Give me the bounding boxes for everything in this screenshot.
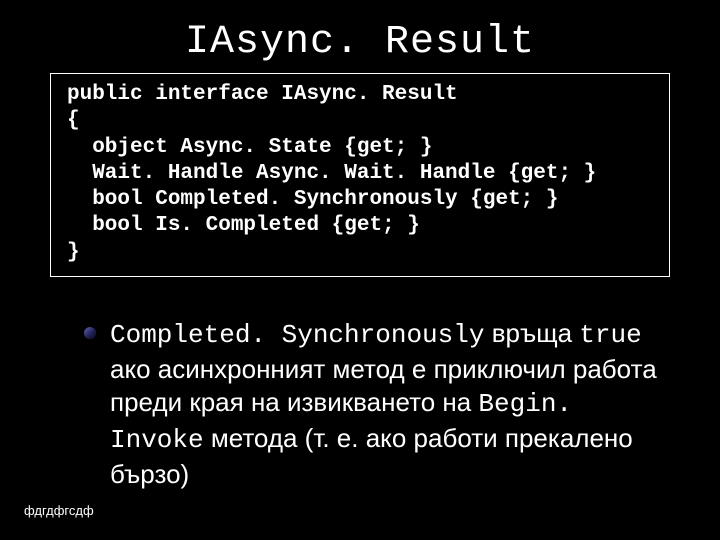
- code-line: bool Completed. Synchronously {get; }: [67, 188, 558, 211]
- bullet-mono: true: [579, 320, 641, 350]
- footer-text: фдгдфгсдф: [24, 503, 94, 518]
- code-line: public interface IAsync. Result: [67, 83, 458, 106]
- bullet-text: Completed. Synchronously връща true ако …: [110, 317, 670, 492]
- bullet-seg: връща: [484, 318, 579, 348]
- bullet-dot-icon: [84, 327, 96, 339]
- code-block: public interface IAsync. Result { object…: [67, 82, 653, 266]
- slide-title: IAsync. Result: [50, 20, 670, 65]
- code-line: {: [67, 109, 80, 132]
- bullet-mono: Completed. Synchronously: [110, 320, 484, 350]
- code-line: Wait. Handle Async. Wait. Handle {get; }: [67, 162, 596, 185]
- code-box: public interface IAsync. Result { object…: [50, 73, 670, 277]
- code-line: object Async. State {get; }: [67, 136, 432, 159]
- slide: IAsync. Result public interface IAsync. …: [0, 0, 720, 540]
- bullet-seg: ако асинхронният метод е приключил работ…: [110, 354, 657, 418]
- code-line: bool Is. Completed {get; }: [67, 214, 420, 237]
- bullet-item: Completed. Synchronously връща true ако …: [84, 317, 670, 492]
- code-line: }: [67, 241, 80, 264]
